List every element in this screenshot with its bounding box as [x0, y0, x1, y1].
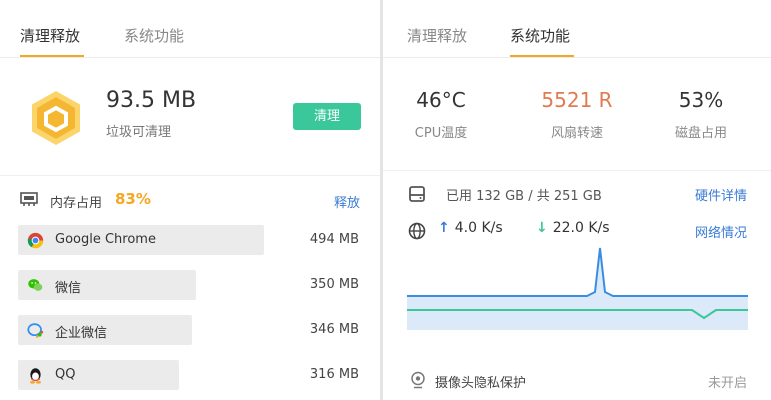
process-name: Google Chrome [55, 232, 156, 247]
hardware-details-link[interactable]: 硬件详情 [695, 185, 747, 204]
globe-icon [408, 222, 426, 240]
cpu-temperature-label: CPU温度 [414, 126, 468, 141]
memory-percent: 83% [115, 190, 151, 208]
process-name: 企业微信 [55, 326, 108, 341]
camera-icon [411, 371, 425, 389]
download-speed: ↓ 22.0 K/s [536, 220, 610, 236]
upload-speed-value: 4.0 K/s [454, 220, 503, 236]
disk-usage-value: 53% [678, 88, 724, 112]
left-tab-bar: 清理释放 系统功能 [0, 0, 380, 58]
disk-capacity-text: 已用 132 GB / 共 251 GB [446, 189, 602, 204]
chrome-icon [27, 232, 44, 249]
junk-caption: 垃圾可清理 [106, 125, 172, 140]
right-tab-bar: 清理释放 系统功能 [383, 0, 771, 58]
tab-system-functions[interactable]: 系统功能 [124, 26, 184, 46]
active-tab-indicator [20, 55, 84, 57]
active-tab-indicator [510, 55, 574, 57]
cleaner-logo-icon [32, 91, 80, 145]
disk-usage-metric: 53% 磁盘占用 [641, 88, 761, 141]
download-traffic-line [407, 247, 748, 297]
upload-arrow-icon: ↑ [438, 220, 450, 236]
process-memory: 316 MB [309, 367, 359, 382]
camera-privacy-status[interactable]: 未开启 [708, 372, 747, 391]
camera-privacy-label: 摄像头隐私保护 [435, 376, 527, 391]
clean-button[interactable]: 清理 [293, 103, 361, 130]
process-memory: 350 MB [309, 277, 359, 292]
process-row[interactable]: 微信 350 MB [18, 270, 360, 300]
cpu-temperature-value: 46°C [416, 88, 466, 112]
fan-speed-value: 5521 R [541, 88, 613, 112]
download-speed-value: 22.0 K/s [552, 220, 610, 236]
process-name: 微信 [55, 281, 82, 296]
cpu-temperature-metric: 46°C CPU温度 [383, 88, 501, 141]
tab-system-functions[interactable]: 系统功能 [510, 26, 570, 46]
disk-usage-label: 磁盘占用 [674, 126, 727, 141]
download-arrow-icon: ↓ [536, 220, 548, 236]
clean-release-panel: 清理释放 系统功能 93.5 MB 垃圾可清理 清理 内存占用 83% 释放 G… [0, 0, 380, 400]
memory-usage-row: 内存占用 83% 释放 [20, 190, 360, 211]
network-traffic-graph [407, 247, 748, 330]
wechat-icon [28, 279, 43, 291]
tab-clean-release[interactable]: 清理释放 [20, 26, 80, 46]
memory-chip-icon [20, 192, 38, 206]
wework-icon [27, 323, 44, 338]
disk-row: 已用 132 GB / 共 251 GB 硬件详情 [408, 183, 747, 205]
fan-speed-label: 风扇转速 [550, 126, 603, 141]
process-name: QQ [55, 367, 76, 382]
process-row[interactable]: 企业微信 346 MB [18, 315, 360, 345]
upload-speed: ↑ 4.0 K/s [438, 220, 503, 236]
hard-drive-icon [409, 186, 425, 202]
network-status-link[interactable]: 网络情况 [695, 222, 747, 241]
fan-speed-metric: 5521 R 风扇转速 [517, 88, 637, 141]
process-memory-bar [18, 270, 196, 300]
process-row[interactable]: Google Chrome 494 MB [18, 225, 360, 255]
qq-icon [29, 368, 42, 384]
system-functions-panel: 清理释放 系统功能 46°C CPU温度 5521 R 风扇转速 53% 磁盘占… [383, 0, 771, 400]
network-row: ↑ 4.0 K/s ↓ 22.0 K/s 网络情况 [408, 220, 747, 242]
process-row[interactable]: QQ 316 MB [18, 360, 360, 390]
process-memory: 494 MB [309, 232, 359, 247]
camera-privacy-row[interactable]: 摄像头隐私保护 未开启 [410, 370, 747, 391]
divider [0, 175, 380, 176]
memory-label: 内存占用 [50, 196, 103, 211]
process-memory: 346 MB [309, 322, 359, 337]
release-memory-link[interactable]: 释放 [334, 192, 360, 211]
divider [383, 170, 771, 171]
tab-clean-release[interactable]: 清理释放 [407, 26, 467, 46]
junk-size: 93.5 MB [106, 88, 197, 113]
